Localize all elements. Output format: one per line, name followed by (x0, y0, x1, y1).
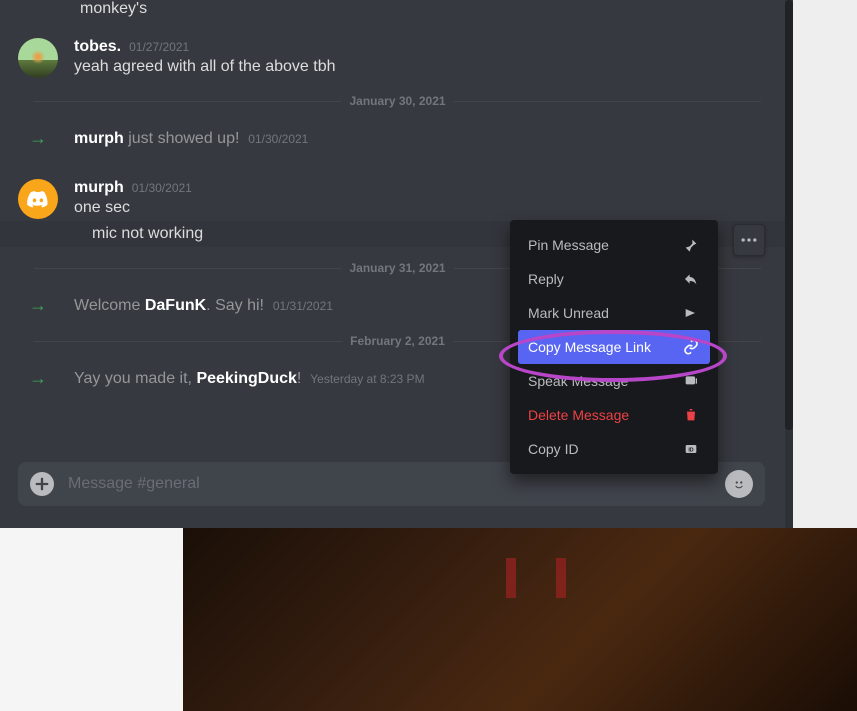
avatar[interactable] (18, 179, 58, 219)
right-margin (793, 0, 857, 528)
message-text: mic not working (92, 225, 203, 242)
username[interactable]: murph (74, 179, 124, 197)
date-label: January 31, 2021 (341, 261, 453, 275)
chat-area: monkey's tobes. 01/27/2021 yeah agreed w… (0, 0, 793, 528)
date-label: February 2, 2021 (342, 334, 453, 348)
more-actions-button[interactable] (733, 224, 765, 256)
bottom-background-image (183, 528, 857, 711)
pin-icon (682, 236, 700, 254)
message-text: monkey's (80, 0, 777, 18)
menu-pin-message[interactable]: Pin Message (518, 228, 710, 262)
avatar[interactable] (18, 38, 58, 78)
plus-icon (35, 477, 49, 491)
menu-reply[interactable]: Reply (518, 262, 710, 296)
system-text: murph just showed up! 01/30/2021 (74, 130, 308, 148)
emoji-icon (730, 475, 748, 493)
id-icon: ID (682, 440, 700, 458)
scrollbar-track[interactable] (785, 0, 793, 528)
timestamp: 01/30/2021 (132, 181, 192, 195)
bottom-left-panel (0, 528, 183, 711)
timestamp: 01/30/2021 (248, 132, 308, 146)
timestamp: 01/27/2021 (129, 40, 189, 54)
menu-delete-message[interactable]: Delete Message (518, 398, 710, 432)
discord-logo-icon (26, 187, 50, 211)
menu-speak-message[interactable]: Speak Message (518, 364, 710, 398)
svg-text:ID: ID (688, 448, 693, 454)
system-text: Welcome DaFunK. Say hi! 01/31/2021 (74, 297, 333, 315)
speak-icon (682, 372, 700, 390)
menu-copy-message-link[interactable]: Copy Message Link (518, 330, 710, 364)
trash-icon (682, 406, 700, 424)
join-arrow-icon: → (29, 368, 47, 389)
bottom-image-area (0, 528, 857, 711)
system-message: → murph just showed up! 01/30/2021 (18, 120, 777, 153)
unread-icon (682, 304, 700, 322)
scrollbar-thumb[interactable] (785, 0, 793, 430)
reply-icon (682, 270, 700, 288)
attach-button[interactable] (30, 472, 54, 496)
context-menu: Pin Message Reply Mark Unread Copy Messa… (510, 220, 718, 474)
link-icon (682, 338, 700, 356)
message-text: one sec (74, 197, 777, 219)
date-divider: January 30, 2021 (34, 94, 761, 108)
message-text: yeah agreed with all of the above tbh (74, 56, 777, 78)
username[interactable]: tobes. (74, 38, 121, 56)
join-arrow-icon: → (29, 128, 47, 149)
menu-copy-id[interactable]: Copy ID ID (518, 432, 710, 466)
system-text: Yay you made it, PeekingDuck! Yesterday … (74, 370, 425, 388)
message: tobes. 01/27/2021 yeah agreed with all o… (18, 30, 777, 80)
timestamp: Yesterday at 8:23 PM (310, 372, 424, 386)
message: murph 01/30/2021 one sec (18, 171, 777, 221)
emoji-button[interactable] (725, 470, 753, 498)
join-arrow-icon: → (29, 295, 47, 316)
menu-mark-unread[interactable]: Mark Unread (518, 296, 710, 330)
message-input[interactable] (68, 475, 717, 493)
date-label: January 30, 2021 (341, 94, 453, 108)
more-icon (739, 230, 759, 250)
timestamp: 01/31/2021 (273, 299, 333, 313)
